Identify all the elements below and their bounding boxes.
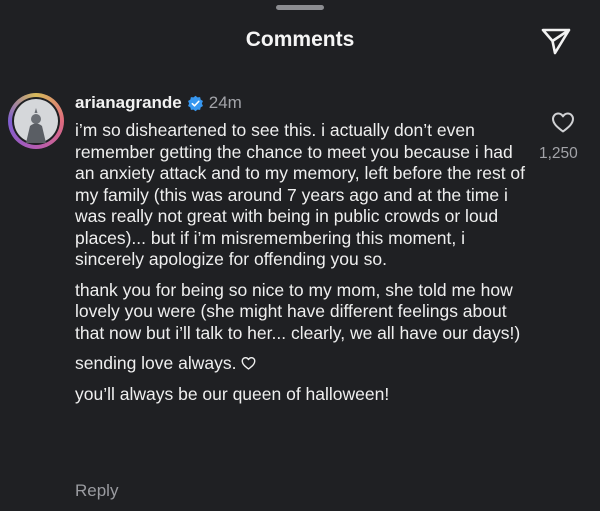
comment-paragraph: sending love always. [75, 353, 237, 373]
like-count: 1,250 [539, 145, 578, 162]
sheet-drag-handle[interactable] [276, 5, 324, 10]
comment-timestamp: 24m [208, 93, 242, 112]
sheet-title: Comments [245, 28, 355, 51]
reply-button[interactable]: Reply [75, 481, 118, 501]
comment-paragraph-with-heart: sending love always. [75, 353, 530, 375]
avatar[interactable] [8, 93, 64, 149]
comment-paragraph: i’m so disheartened to see this. i actua… [75, 120, 526, 269]
avatar-photo-icon [14, 99, 58, 143]
heart-outline-icon[interactable] [551, 111, 575, 133]
username[interactable]: arianagrande [75, 93, 182, 113]
avatar-image [12, 97, 60, 145]
comment-paragraph: thank you for being so nice to my mom, s… [75, 279, 521, 343]
paper-plane-icon[interactable] [540, 26, 572, 56]
comment-header: arianagrande 24m [75, 93, 242, 113]
heart-emoji-icon [241, 357, 256, 370]
comment-paragraph: you’ll always be our queen of halloween! [75, 383, 390, 404]
verified-badge-icon [187, 95, 203, 111]
comment-body: i’m so disheartened to see this. i actua… [75, 120, 530, 414]
